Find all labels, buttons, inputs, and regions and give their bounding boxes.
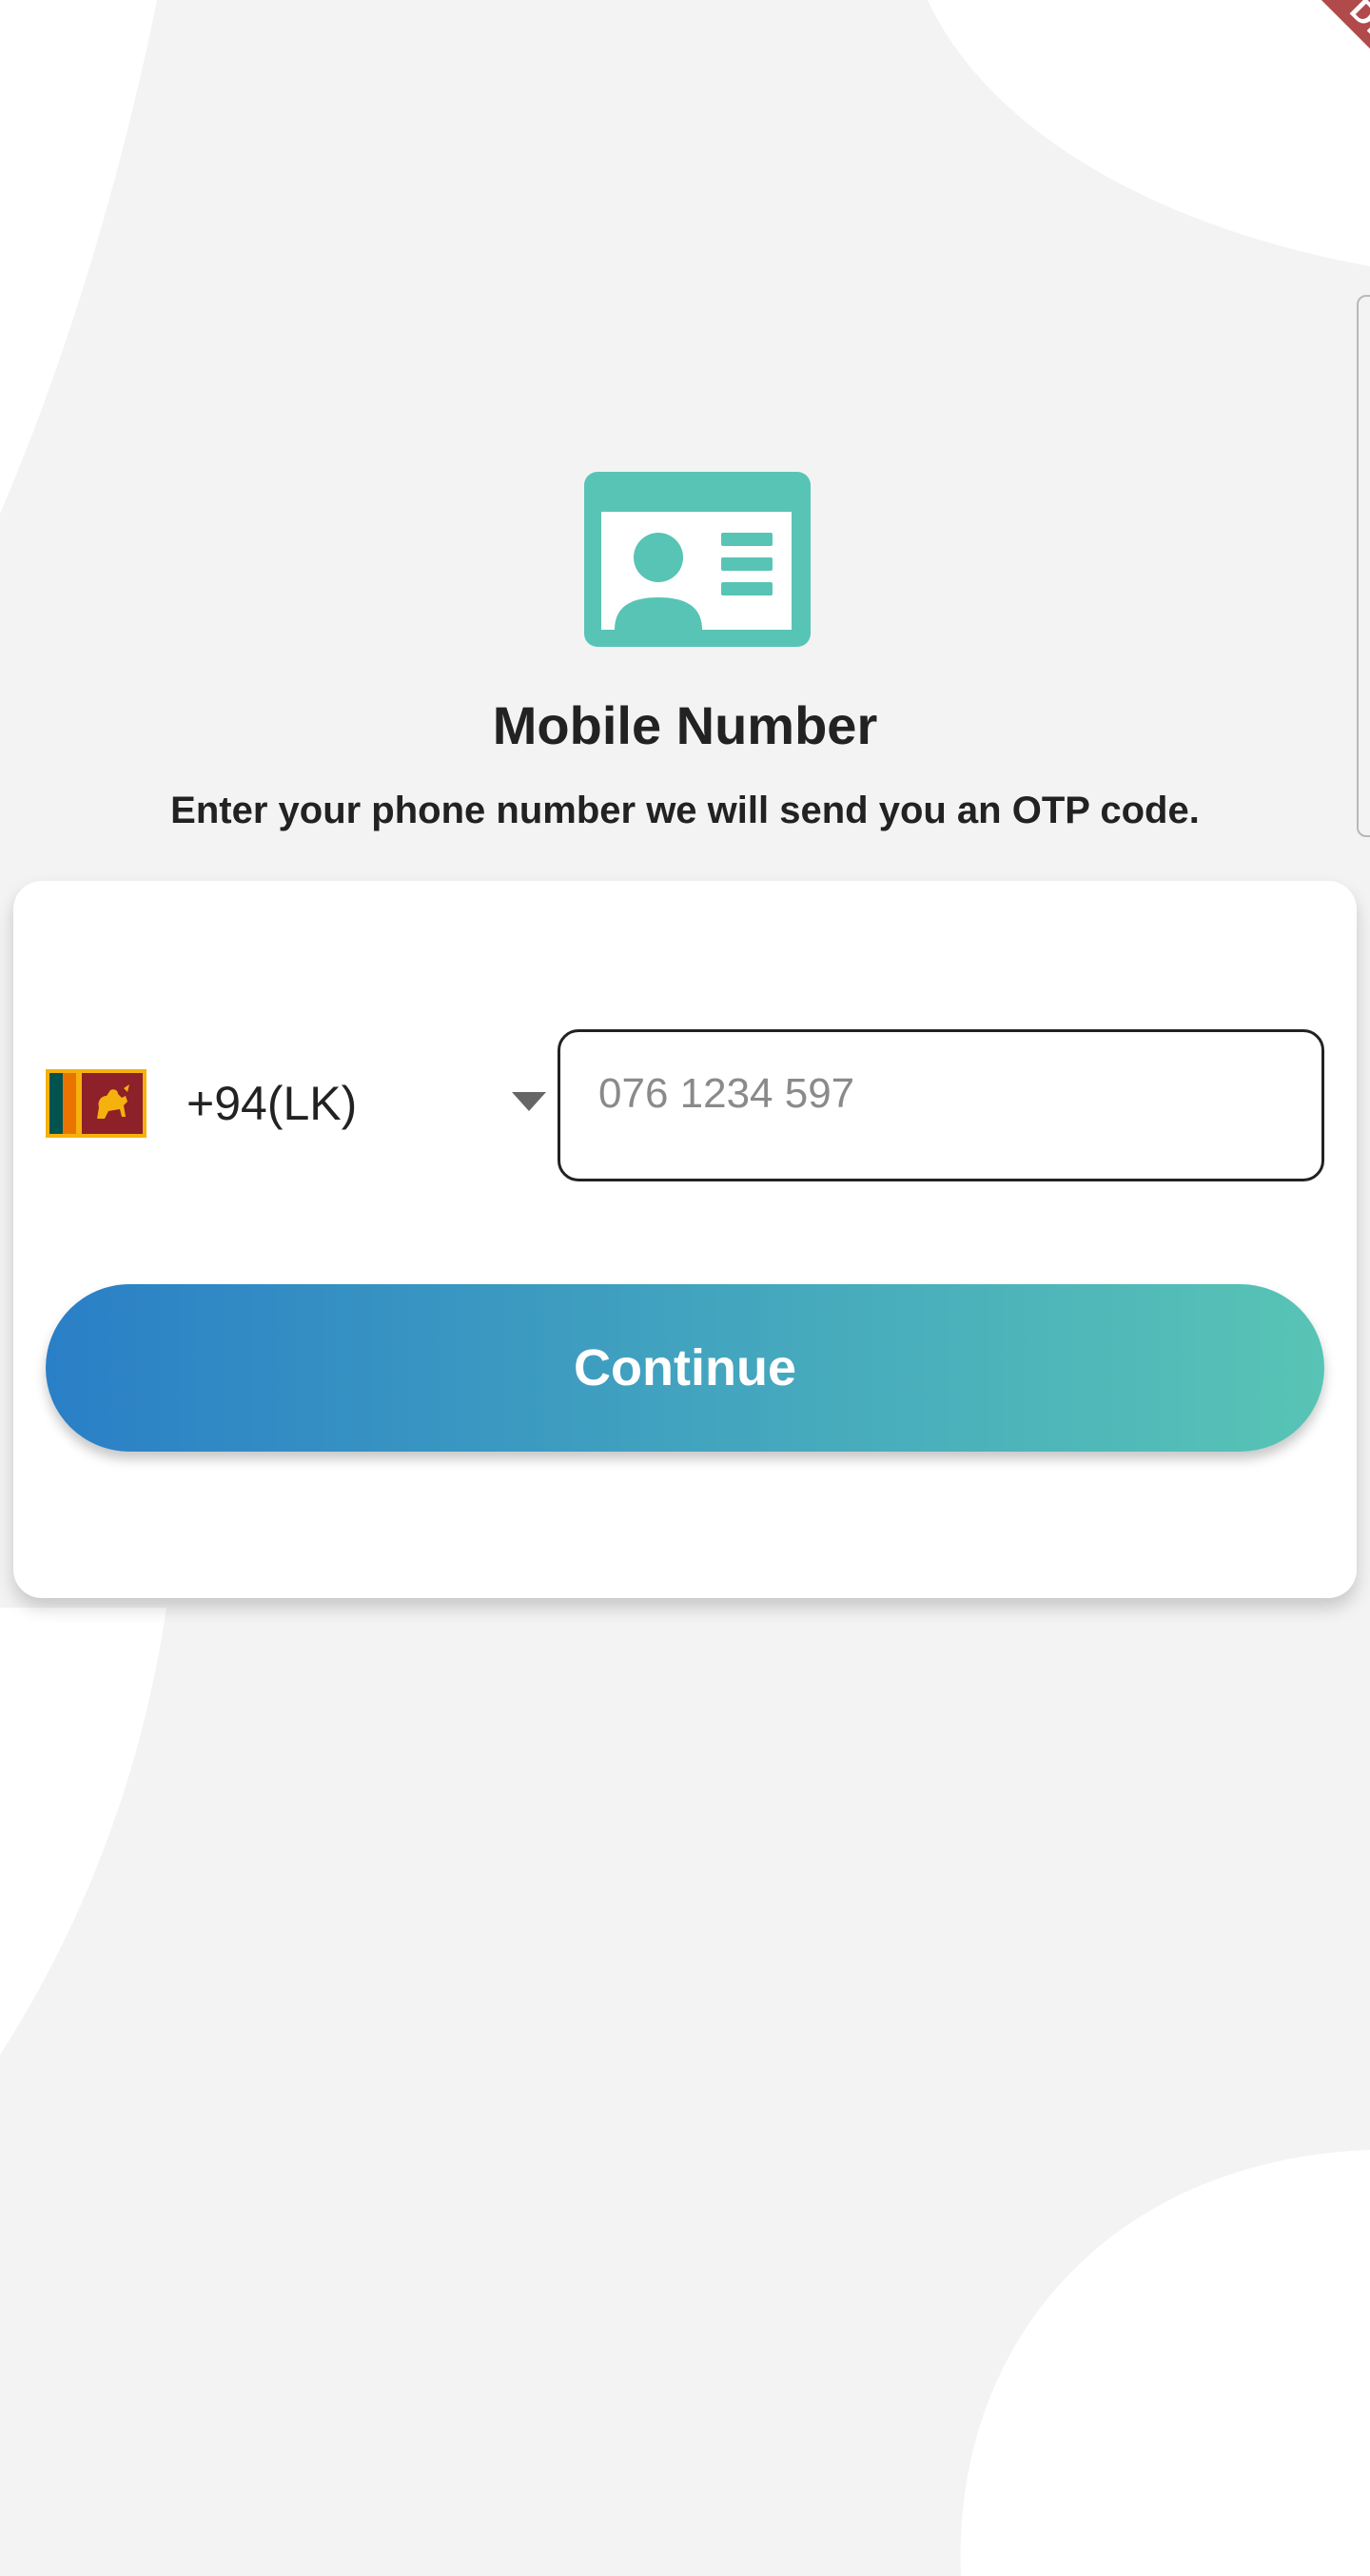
continue-button[interactable]: Continue [46, 1284, 1324, 1452]
debug-banner-label: DEBUG [1296, 0, 1370, 133]
phone-number-field[interactable] [558, 1029, 1324, 1181]
page-subtitle: Enter your phone number we will send you… [170, 790, 1200, 831]
country-code-picker[interactable]: +94(LK) [46, 1058, 550, 1149]
id-card-icon [584, 472, 811, 647]
debug-banner: DEBUG [1237, 0, 1370, 133]
caret-down-icon[interactable] [512, 1092, 546, 1111]
phone-number-input[interactable] [597, 1064, 1285, 1123]
phone-form-card: +94(LK) Continue [13, 881, 1357, 1598]
country-code-label: +94(LK) [186, 1077, 358, 1130]
page-title: Mobile Number [492, 695, 878, 755]
sri-lanka-flag-icon [46, 1069, 147, 1138]
